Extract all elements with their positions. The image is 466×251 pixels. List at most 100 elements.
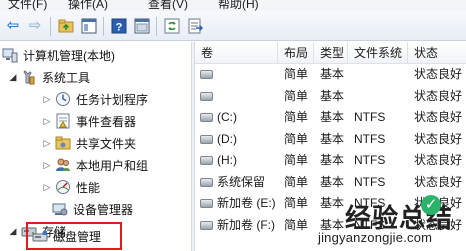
cell-type: 基本	[320, 110, 345, 124]
cell-name: (C:)	[217, 110, 237, 124]
cell-type: 基本	[320, 196, 345, 210]
highlight-box	[26, 222, 122, 250]
table-row[interactable]: (C:) 简单 基本 NTFS 状态良好	[195, 107, 466, 128]
cell-status: 状态良好	[414, 131, 463, 146]
expand-chevron-icon[interactable]: ▷	[42, 182, 52, 193]
menu-action[interactable]: 操作(A)	[68, 0, 108, 11]
cell-layout: 简单	[284, 67, 309, 81]
menu-view[interactable]: 查看(V)	[148, 0, 188, 11]
tree-item-system-tools[interactable]: ◢ 系统工具	[8, 66, 90, 88]
show-hide-tree-icon[interactable]	[80, 17, 98, 35]
expand-chevron-icon[interactable]: ▷	[42, 160, 52, 171]
disk-volume-icon	[200, 113, 213, 122]
svg-text:?: ?	[116, 22, 123, 34]
toolbar-separator	[103, 17, 104, 36]
cell-layout: 简单	[284, 153, 309, 167]
column-header-volume[interactable]: 卷	[195, 42, 278, 64]
cell-status: 状态良好	[414, 153, 463, 167]
performance-icon	[55, 179, 71, 195]
list-header: 卷 布局 类型 文件系统 状态	[195, 42, 466, 64]
device-manager-icon	[52, 201, 68, 217]
cell-status: 状态良好	[414, 174, 463, 189]
disk-volume-icon	[200, 199, 213, 208]
forward-arrow-icon[interactable]: ⇨	[26, 17, 44, 35]
tree-label-system-tools: 系统工具	[42, 70, 91, 85]
tree-item-performance[interactable]: ▷ 性能	[42, 176, 100, 198]
cell-layout: 简单	[284, 196, 309, 210]
cell-fs: NTFS	[354, 174, 386, 189]
disk-volume-icon	[200, 156, 213, 165]
clock-icon	[55, 91, 71, 107]
cell-fs: NTFS	[354, 131, 386, 146]
disk-volume-icon	[200, 177, 213, 187]
expand-chevron-icon[interactable]: ▷	[42, 94, 52, 105]
help-icon[interactable]: ?	[110, 17, 128, 35]
cell-layout: 简单	[284, 131, 309, 146]
tree-item-local-users[interactable]: ▷ 本地用户和组	[42, 154, 148, 176]
cell-name: (H:)	[217, 153, 237, 167]
cell-type: 基本	[320, 88, 345, 103]
cell-layout: 简单	[284, 88, 309, 103]
cell-name: 系统保留	[217, 174, 266, 189]
refresh-icon[interactable]	[163, 17, 181, 35]
column-header-layout[interactable]: 布局	[278, 42, 314, 64]
cell-status: 状态良好	[414, 88, 463, 103]
tree-label-task-scheduler: 任务计划程序	[76, 92, 149, 107]
cell-type: 基本	[320, 174, 345, 189]
tree-label-shared-folders: 共享文件夹	[76, 136, 137, 151]
table-row[interactable]: (D:) 简单 基本 NTFS 状态良好	[195, 129, 466, 150]
computer-management-icon	[2, 47, 18, 63]
disk-volume-icon	[200, 91, 213, 101]
shared-folder-icon	[55, 135, 71, 151]
disk-volume-icon	[200, 70, 213, 79]
expand-chevron-icon[interactable]: ▷	[42, 138, 52, 149]
expand-chevron-icon[interactable]: ◢	[8, 226, 18, 237]
tree-label-local-users: 本地用户和组	[76, 158, 149, 173]
cell-status: 状态良好	[414, 110, 463, 124]
menu-file[interactable]: 文件(F)	[8, 0, 47, 11]
tree-item-event-viewer[interactable]: ▷ 事件查看器	[42, 110, 136, 132]
cell-name: 新加卷 (E:)	[217, 196, 276, 210]
cell-fs: NTFS	[354, 153, 386, 167]
column-header-status[interactable]: 状态	[408, 42, 466, 64]
toolbar: ⇦ ⇨ ?	[0, 11, 466, 41]
tree-label-event-viewer: 事件查看器	[76, 114, 137, 129]
menu-bar: 文件(F) 操作(A) 查看(V) 帮助(H)	[0, 0, 466, 11]
cell-name: 新加卷 (F:)	[217, 217, 275, 232]
back-arrow-icon[interactable]: ⇦	[4, 17, 22, 35]
tree-item-device-manager[interactable]: 设备管理器	[52, 198, 133, 220]
table-row[interactable]: 简单 基本 状态良好	[195, 64, 466, 85]
properties-icon[interactable]	[133, 17, 151, 35]
tree-label-device-manager: 设备管理器	[73, 202, 134, 217]
watermark-url: jingyanzongjie.com	[318, 230, 433, 245]
tree-item-task-scheduler[interactable]: ▷ 任务计划程序	[42, 88, 148, 110]
column-header-type[interactable]: 类型	[314, 42, 348, 64]
tree-item-computer-management[interactable]: 计算机管理(本地)	[2, 44, 115, 66]
column-header-filesystem[interactable]: 文件系统	[348, 42, 408, 64]
cell-type: 基本	[320, 131, 345, 146]
cell-type: 基本	[320, 153, 345, 167]
toolbar-separator	[50, 17, 51, 36]
table-row[interactable]: 系统保留 简单 基本 NTFS 状态良好	[195, 172, 466, 193]
table-row[interactable]: (H:) 简单 基本 NTFS 状态良好	[195, 150, 466, 171]
menu-help[interactable]: 帮助(H)	[218, 0, 259, 11]
disk-volume-icon	[200, 134, 213, 144]
watermark-check-icon: ✓	[421, 195, 441, 215]
disk-volume-icon	[200, 220, 213, 230]
expand-chevron-icon[interactable]: ▷	[42, 116, 52, 127]
table-row[interactable]: 简单 基本 状态良好	[195, 86, 466, 107]
tree-item-shared-folders[interactable]: ▷ 共享文件夹	[42, 132, 136, 154]
system-tools-icon	[21, 69, 37, 85]
users-icon	[55, 157, 71, 173]
cell-layout: 简单	[284, 174, 309, 189]
expand-chevron-icon[interactable]: ◢	[8, 72, 18, 83]
cell-type: 基本	[320, 67, 345, 81]
up-folder-icon[interactable]	[57, 17, 75, 35]
cell-layout: 简单	[284, 110, 309, 124]
cell-name: (D:)	[217, 131, 237, 146]
cell-layout: 简单	[284, 217, 309, 232]
navigation-tree: 计算机管理(本地) ◢ 系统工具 ▷ 任务计划程序 ▷ 事件查看器 ▷ 共享文件…	[0, 42, 191, 251]
toolbar-separator	[156, 17, 157, 36]
export-list-icon[interactable]	[186, 17, 204, 35]
tree-label-performance: 性能	[76, 180, 101, 195]
